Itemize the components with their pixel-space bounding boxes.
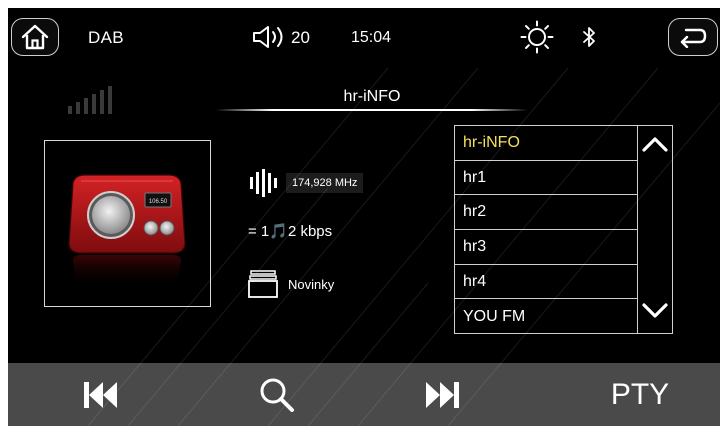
skip-next-icon xyxy=(426,381,459,408)
station-item-you-fm[interactable]: YOU FM xyxy=(455,299,637,334)
station-list-scroller xyxy=(636,125,673,334)
pty-row: Novinky xyxy=(248,270,334,298)
folder-stack-icon xyxy=(248,270,278,298)
bitrate-value: = 1🎵2 kbps xyxy=(248,223,333,240)
skip-previous-icon xyxy=(84,381,117,408)
station-item-hr3[interactable]: hr3 xyxy=(455,230,637,265)
station-item-hr1[interactable]: hr1 xyxy=(455,161,637,196)
pty-value: Novinky xyxy=(288,276,335,292)
previous-station-button[interactable] xyxy=(40,363,160,426)
radio-icon: 106.50 xyxy=(68,174,186,289)
pty-button[interactable]: PTY xyxy=(580,363,700,426)
station-title: hr-iNFO xyxy=(343,88,401,105)
back-icon xyxy=(680,28,707,48)
signal-strength-icon xyxy=(68,86,112,114)
back-button[interactable] xyxy=(668,18,718,56)
frequency-icon xyxy=(250,169,277,197)
next-station-button[interactable] xyxy=(383,363,503,426)
volume-level: 20 xyxy=(291,28,310,47)
frequency-row: 174,928 MHz xyxy=(248,168,364,198)
home-button[interactable] xyxy=(11,18,59,56)
status-bar: DAB 20 15:04 xyxy=(8,8,720,66)
title-underline xyxy=(216,109,528,111)
bluetooth-icon[interactable] xyxy=(581,25,597,49)
brightness-icon[interactable] xyxy=(520,20,554,54)
home-icon xyxy=(21,24,49,50)
station-list: hr-iNFO hr1 hr2 hr3 hr4 YOU FM xyxy=(454,125,638,334)
scroll-down-button[interactable] xyxy=(636,301,673,329)
station-item-hr2[interactable]: hr2 xyxy=(455,195,637,231)
clock: 15:04 xyxy=(351,29,392,46)
bitrate-row: = 1🎵2 kbps xyxy=(248,222,332,240)
chevron-down-icon xyxy=(641,303,668,318)
chevron-up-icon xyxy=(641,137,668,152)
frequency-value: 174,928 MHz xyxy=(286,173,364,193)
head-unit-screen: DAB 20 15:04 hr-iNFO 106.50 174,928 MHz … xyxy=(8,8,720,426)
control-bar: PTY xyxy=(8,363,720,426)
source-label: DAB xyxy=(88,28,124,47)
scroll-up-button[interactable] xyxy=(636,134,673,162)
station-artwork: 106.50 xyxy=(44,140,211,307)
station-item-hr4[interactable]: hr4 xyxy=(455,265,637,300)
station-item-hr-info[interactable]: hr-iNFO xyxy=(455,126,637,161)
radio-display-text: 106.50 xyxy=(149,199,168,205)
search-button[interactable] xyxy=(219,363,339,426)
search-icon xyxy=(260,378,294,412)
volume-icon[interactable] xyxy=(251,25,287,49)
